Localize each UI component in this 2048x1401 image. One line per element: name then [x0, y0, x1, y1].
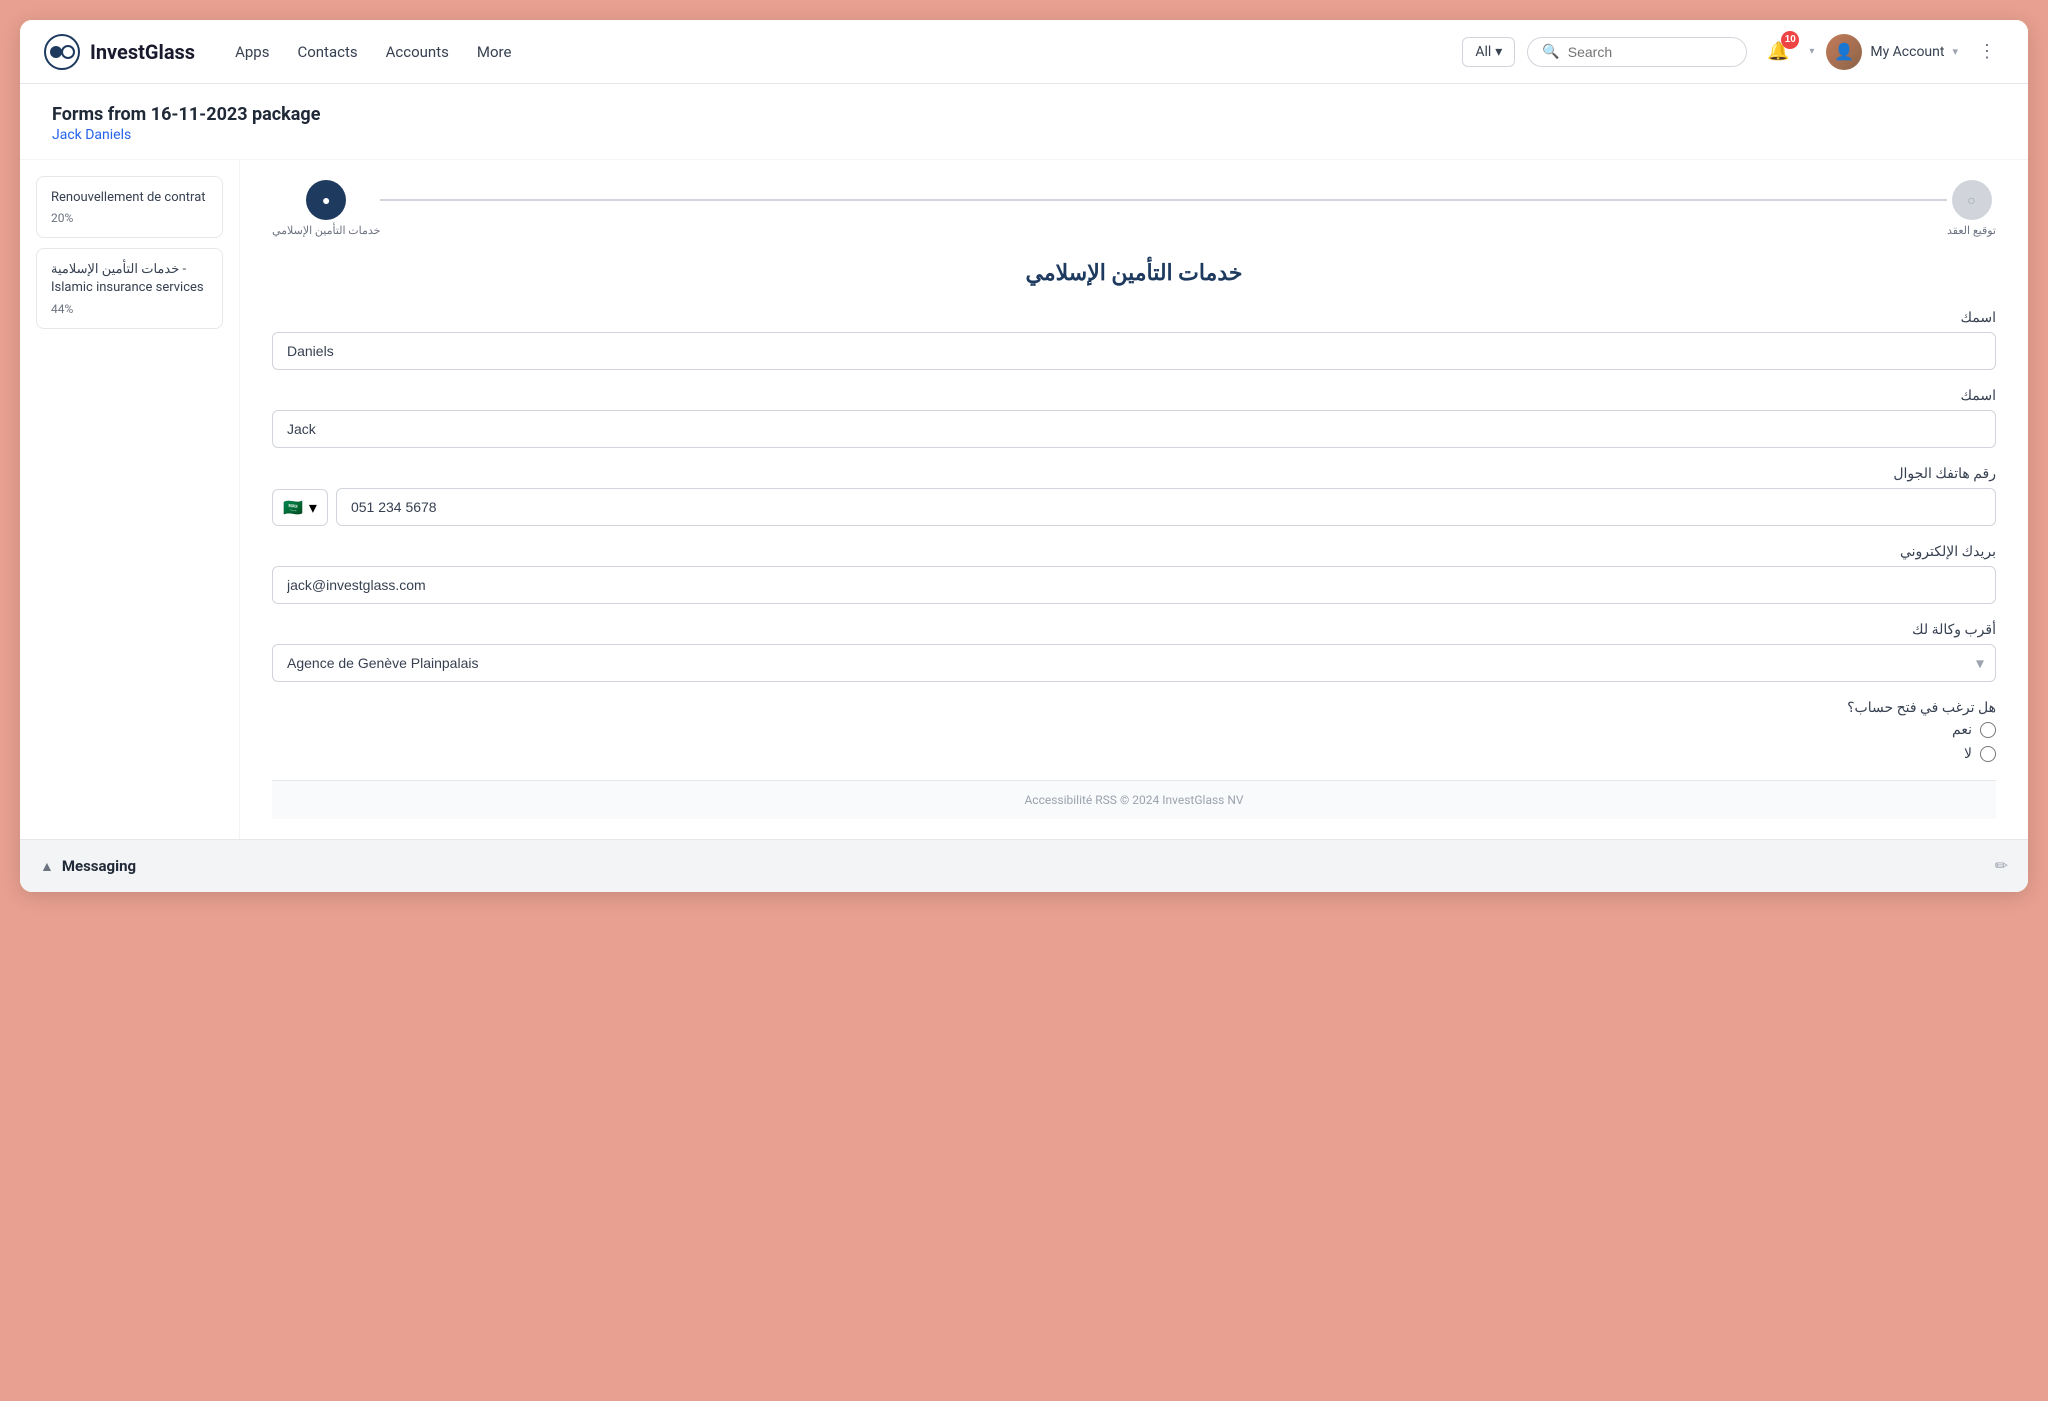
radio-yes-input[interactable] — [1980, 722, 1996, 738]
notification-badge: 10 — [1781, 31, 1799, 49]
sidebar-item-insurance[interactable]: خدمات التأمين الإسلامية - Islamic insura… — [36, 248, 223, 328]
page-header: Forms from 16-11-2023 package Jack Danie… — [20, 84, 2028, 160]
account-chevron-icon: ▾ — [1952, 45, 1958, 58]
input-lastname[interactable] — [272, 332, 1996, 370]
chevron-down-icon: ▾ — [1495, 44, 1502, 60]
nav-more[interactable]: More — [477, 43, 512, 61]
edit-icon: ✏ — [1995, 858, 2008, 875]
content-area: Renouvellement de contrat 20% خدمات التأ… — [20, 160, 2028, 839]
phone-input-group: 🇸🇦 ▾ — [272, 488, 1996, 526]
search-input[interactable] — [1568, 44, 1733, 60]
radio-group-open-account: نعم لا — [272, 722, 1996, 762]
label-phone: رقم هاتفك الجوال — [272, 466, 1996, 482]
radio-no[interactable]: لا — [272, 746, 1996, 762]
nav-accounts[interactable]: Accounts — [386, 43, 449, 61]
nav-links: Apps Contacts Accounts More — [235, 43, 1462, 61]
logo-text: InvestGlass — [90, 40, 195, 64]
form-group-lastname: اسمك — [272, 310, 1996, 370]
messaging-left: ▲ Messaging — [40, 857, 136, 875]
form-group-phone: رقم هاتفك الجوال 🇸🇦 ▾ — [272, 466, 1996, 526]
step-1-label: خدمات التأمين الإسلامي — [272, 224, 380, 237]
flag-icon: 🇸🇦 — [283, 498, 303, 517]
label-agency: أقرب وكالة لك — [272, 622, 1996, 638]
search-bar: 🔍 — [1527, 37, 1747, 67]
form-group-open-account: هل ترغب في فتح حساب؟ نعم لا — [272, 700, 1996, 762]
filter-label: All — [1475, 44, 1491, 60]
radio-yes-label: نعم — [1952, 722, 1972, 738]
search-icon: 🔍 — [1542, 44, 1559, 60]
step-1[interactable]: ● خدمات التأمين الإسلامي — [272, 180, 380, 237]
sidebar-item-contract-progress: 20% — [51, 211, 208, 225]
logo-icon — [44, 34, 80, 70]
more-options-button[interactable]: ⋮ — [1970, 37, 2004, 66]
radio-no-label: لا — [1964, 746, 1972, 762]
messaging-bar: ▲ Messaging ✏ — [20, 839, 2028, 892]
nav-apps[interactable]: Apps — [235, 43, 269, 61]
input-email[interactable] — [272, 566, 1996, 604]
label-lastname: اسمك — [272, 310, 1996, 326]
notification-arrow[interactable]: ▾ — [1809, 46, 1814, 57]
sidebar-item-insurance-progress: 44% — [51, 302, 208, 316]
step-2[interactable]: ○ توقيع العقد — [1947, 180, 1996, 237]
agency-select[interactable]: Agence de Genève Plainpalais — [272, 644, 1996, 682]
avatar: 👤 — [1826, 34, 1862, 70]
avatar-image: 👤 — [1834, 42, 1854, 61]
sidebar: Renouvellement de contrat 20% خدمات التأ… — [20, 160, 240, 839]
radio-no-input[interactable] — [1980, 746, 1996, 762]
label-open-account: هل ترغب في فتح حساب؟ — [272, 700, 1996, 716]
nav-contacts[interactable]: Contacts — [297, 43, 357, 61]
radio-yes[interactable]: نعم — [272, 722, 1996, 738]
messaging-chevron-icon[interactable]: ▲ — [40, 858, 54, 875]
step-1-circle: ● — [306, 180, 346, 220]
agency-select-wrapper: Agence de Genève Plainpalais ▾ — [272, 644, 1996, 682]
step-line — [380, 199, 1947, 201]
step-2-circle: ○ — [1952, 180, 1992, 220]
my-account-label: My Account — [1870, 44, 1944, 60]
sidebar-item-insurance-title: خدمات التأمين الإسلامية - Islamic insura… — [51, 261, 208, 297]
step-2-label: توقيع العقد — [1947, 224, 1996, 237]
label-firstname: اسمك — [272, 388, 1996, 404]
form-panel: ● خدمات التأمين الإسلامي ○ توقيع العقد خ… — [240, 160, 2028, 839]
stepper: ● خدمات التأمين الإسلامي ○ توقيع العقد — [272, 180, 1996, 237]
label-email: بريدك الإلكتروني — [272, 544, 1996, 560]
footer-text: Accessibilité RSS © 2024 InvestGlass NV — [1024, 793, 1243, 807]
page-title: Forms from 16-11-2023 package — [52, 104, 1996, 125]
nav-right: All ▾ 🔍 🔔 10 ▾ 👤 My Account ▾ ⋮ — [1462, 33, 2004, 71]
logo[interactable]: InvestGlass — [44, 34, 195, 70]
messaging-title: Messaging — [62, 857, 136, 875]
form-title: خدمات التأمين الإسلامي — [272, 261, 1996, 286]
my-account-area[interactable]: 👤 My Account ▾ — [1826, 34, 1958, 70]
phone-number-input[interactable] — [336, 488, 1996, 526]
filter-dropdown[interactable]: All ▾ — [1462, 37, 1515, 67]
page-footer: Accessibilité RSS © 2024 InvestGlass NV — [272, 780, 1996, 819]
sidebar-item-contract-title: Renouvellement de contrat — [51, 189, 208, 207]
messaging-edit-button[interactable]: ✏ — [1995, 856, 2008, 876]
form-group-agency: أقرب وكالة لك Agence de Genève Plainpala… — [272, 622, 1996, 682]
form-group-firstname: اسمك — [272, 388, 1996, 448]
country-dropdown-arrow: ▾ — [309, 498, 317, 517]
form-group-email: بريدك الإلكتروني — [272, 544, 1996, 604]
navbar: InvestGlass Apps Contacts Accounts More … — [20, 20, 2028, 84]
notification-button[interactable]: 🔔 10 — [1759, 33, 1797, 71]
input-firstname[interactable] — [272, 410, 1996, 448]
sidebar-item-contract[interactable]: Renouvellement de contrat 20% — [36, 176, 223, 238]
country-code-dropdown[interactable]: 🇸🇦 ▾ — [272, 489, 328, 526]
page-subtitle[interactable]: Jack Daniels — [52, 127, 1996, 143]
